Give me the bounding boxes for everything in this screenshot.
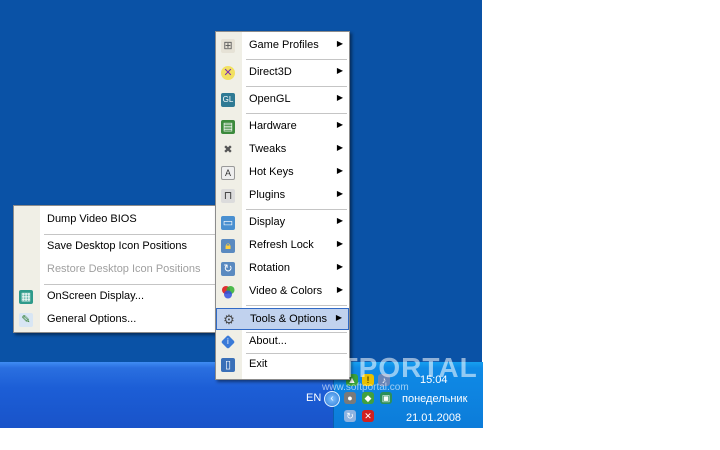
tray-expand-icon[interactable]: ‹ <box>324 391 340 407</box>
submenu-arrow-icon: ▶ <box>336 66 343 75</box>
menu-item-label: Hot Keys <box>249 166 294 178</box>
riva-tuner-icon[interactable]: ● <box>344 392 356 404</box>
sync-icon[interactable]: ↻ <box>344 410 356 422</box>
tools-icon: ✖ <box>223 144 233 156</box>
submenu-arrow-icon: ▶ <box>336 239 343 248</box>
menu-item-label: Save Desktop Icon Positions <box>47 240 188 252</box>
submenu-arrow-icon: ▶ <box>336 216 343 225</box>
graphics-card-icon: ▤ <box>221 120 235 134</box>
submenu-arrow-icon: ▶ <box>335 313 342 322</box>
menu-item-label: Dump Video BIOS <box>47 213 137 225</box>
menu-separator <box>246 86 347 87</box>
menu-separator <box>246 59 347 60</box>
menu-item-label: Game Profiles <box>249 39 319 51</box>
lock-icon: 🔒︎ <box>221 239 235 253</box>
submenu-arrow-icon: ▶ <box>336 93 343 102</box>
menu-item-label: Exit <box>249 358 268 370</box>
menu-item-label: Rotation <box>249 262 290 274</box>
menu-separator <box>246 209 347 210</box>
clock-day[interactable]: понедельник <box>402 393 467 405</box>
menu-item-label: Plugins <box>249 189 286 201</box>
menu-item-onscreen-display[interactable]: ▦ OnScreen Display... <box>14 286 217 308</box>
menu-item-direct3d[interactable]: ✕ Direct3D ▶ <box>216 62 349 84</box>
options-icon: ✎ <box>19 313 33 327</box>
info-icon: i <box>220 334 236 350</box>
menu-item-label: Video & Colors <box>249 285 323 297</box>
menu-item-refresh-lock[interactable]: 🔒︎ Refresh Lock ▶ <box>216 235 349 257</box>
menu-item-hot-keys[interactable]: A Hot Keys ▶ <box>216 162 349 184</box>
menu-item-label: About... <box>249 335 287 347</box>
opengl-icon: GL <box>221 93 235 107</box>
menu-item-label: Tools & Options <box>250 313 328 325</box>
gamepad-icon: ⊞ <box>221 39 235 53</box>
menu-item-label: Direct3D <box>249 66 292 78</box>
menu-item-hardware[interactable]: ▤ Hardware ▶ <box>216 116 349 138</box>
menu-separator <box>246 305 347 306</box>
menu-item-save-icon-positions[interactable]: Save Desktop Icon Positions <box>14 236 217 258</box>
watermark-logo: SOFTPORTAL <box>280 352 478 383</box>
submenu-arrow-icon: ▶ <box>336 39 343 48</box>
menu-item-tweaks[interactable]: ✖ Tweaks ▶ <box>216 139 349 161</box>
menu-separator <box>44 234 215 235</box>
watermark-url: www.softportal.com <box>322 382 409 393</box>
menu-item-label: General Options... <box>47 313 137 325</box>
keyboard-key-icon: A <box>221 166 235 180</box>
submenu-arrow-icon: ▶ <box>336 166 343 175</box>
menu-item-label: Refresh Lock <box>249 239 314 251</box>
menu-item-tools-options[interactable]: ⚙ Tools & Options ▶ <box>216 308 349 330</box>
submenu-arrow-icon: ▶ <box>336 285 343 294</box>
submenu-arrow-icon: ▶ <box>336 120 343 129</box>
plugin-icon: ⊓ <box>221 189 235 203</box>
menu-item-restore-icon-positions: Restore Desktop Icon Positions <box>14 259 217 281</box>
clock-date[interactable]: 21.01.2008 <box>406 412 461 424</box>
menu-item-rotation[interactable]: ↻ Rotation ▶ <box>216 258 349 280</box>
menu-separator <box>44 284 215 285</box>
menu-item-video-colors[interactable]: Video & Colors ▶ <box>216 281 349 303</box>
monitor-icon: ▭ <box>221 216 235 230</box>
menu-item-display[interactable]: ▭ Display ▶ <box>216 212 349 234</box>
monitor-tray-icon[interactable]: ▣ <box>380 392 392 404</box>
tray-context-menu: ⊞ Game Profiles ▶ ✕ Direct3D ▶ GL OpenGL… <box>215 31 350 380</box>
menu-item-dump-video-bios[interactable]: Dump Video BIOS <box>14 209 217 231</box>
submenu-arrow-icon: ▶ <box>336 189 343 198</box>
submenu-arrow-icon: ▶ <box>336 143 343 152</box>
directx-icon: ✕ <box>221 66 235 80</box>
menu-item-label: Tweaks <box>249 143 287 155</box>
menu-item-general-options[interactable]: ✎ General Options... <box>14 309 217 331</box>
menu-item-opengl[interactable]: GL OpenGL ▶ <box>216 89 349 111</box>
menu-item-plugins[interactable]: ⊓ Plugins ▶ <box>216 185 349 207</box>
menu-item-about[interactable]: i About... <box>216 331 349 353</box>
language-indicator[interactable]: EN <box>306 392 321 404</box>
tools-options-submenu: Dump Video BIOS Save Desktop Icon Positi… <box>13 205 218 333</box>
submenu-arrow-icon: ▶ <box>336 262 343 271</box>
shield-icon[interactable]: ◆ <box>362 392 374 404</box>
osd-icon: ▦ <box>19 290 33 304</box>
menu-item-label: OnScreen Display... <box>47 290 145 302</box>
rotation-icon: ↻ <box>221 262 235 276</box>
menu-item-label: Hardware <box>249 120 297 132</box>
color-circles-icon <box>221 285 235 299</box>
menu-item-label: OpenGL <box>249 93 291 105</box>
menu-item-game-profiles[interactable]: ⊞ Game Profiles ▶ <box>216 35 349 57</box>
menu-item-label: Restore Desktop Icon Positions <box>47 263 201 275</box>
antivirus-icon[interactable]: ✕ <box>362 410 374 422</box>
menu-separator <box>246 113 347 114</box>
exit-door-icon: ▯ <box>221 358 235 372</box>
menu-item-label: Display <box>249 216 286 228</box>
gear-icon: ⚙ <box>223 312 235 327</box>
